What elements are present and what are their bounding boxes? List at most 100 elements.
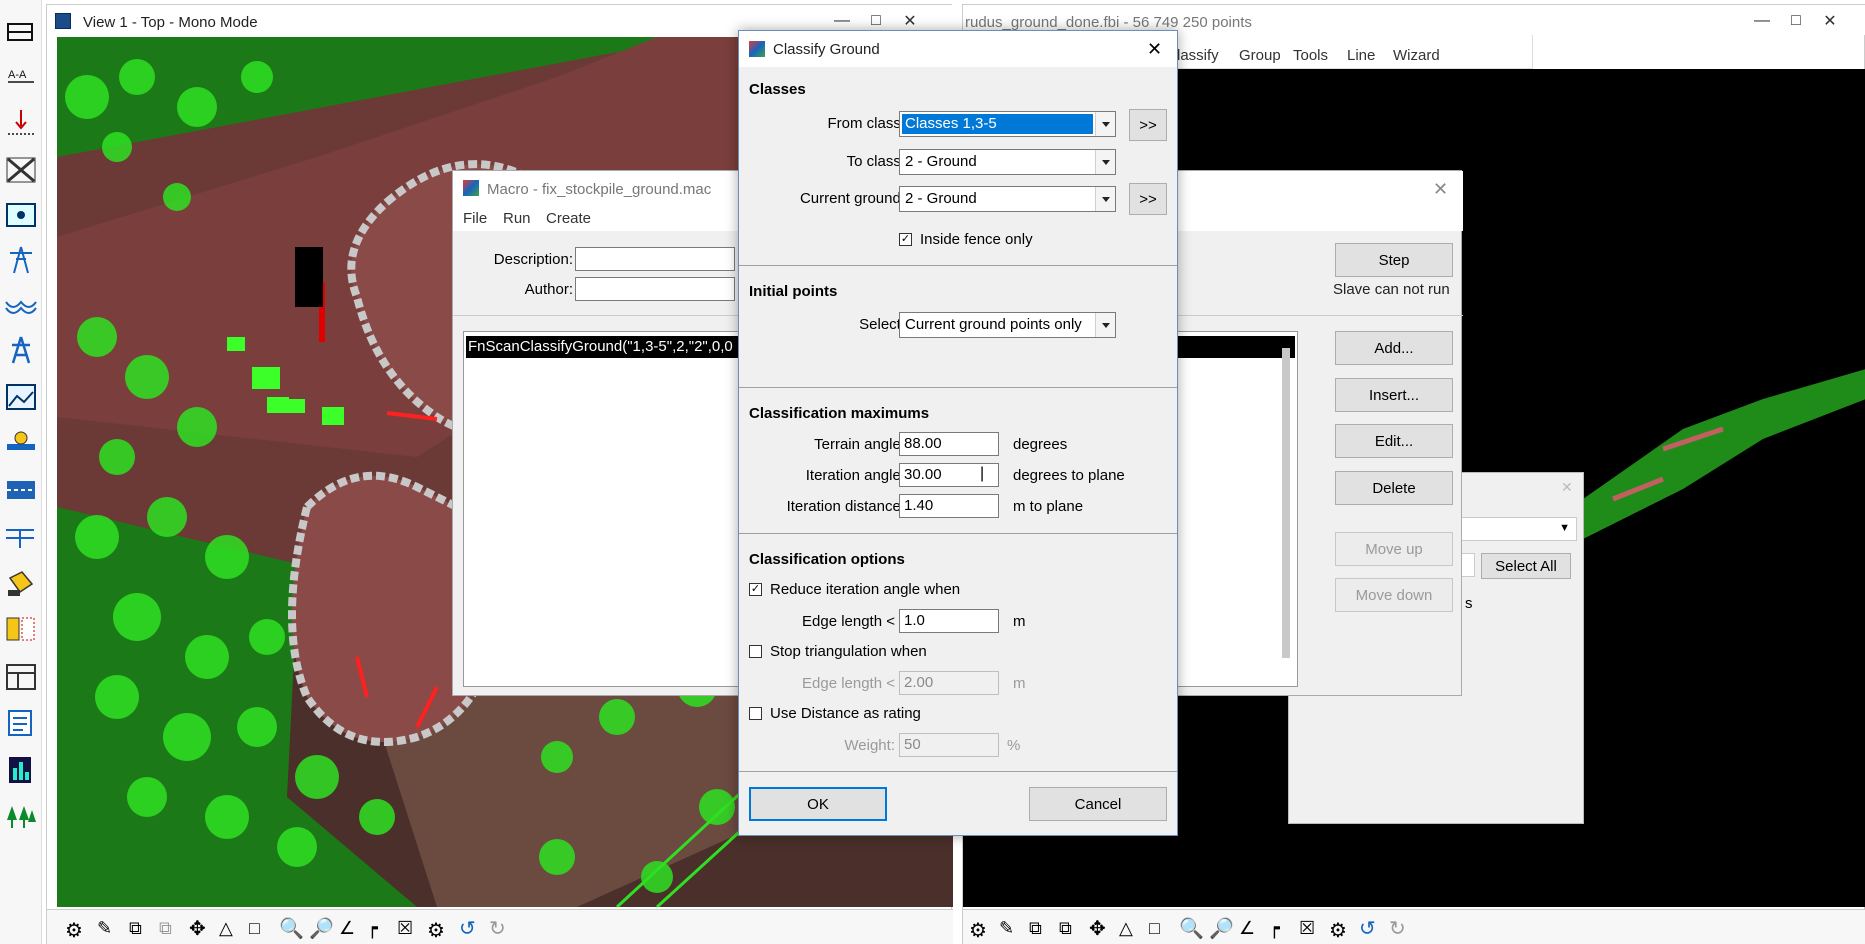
zoom-in-icon[interactable]: 🔍	[279, 916, 304, 941]
view2-minimize-button[interactable]: —	[1745, 9, 1779, 33]
duplicate-icon[interactable]: ⧉	[159, 918, 172, 939]
settings-gear-icon[interactable]: ⚙	[65, 918, 83, 943]
drop-point-icon[interactable]	[4, 108, 38, 138]
select-all-button[interactable]: Select All	[1481, 553, 1571, 579]
view2-fit-icon[interactable]: □	[1149, 918, 1160, 939]
view2-box-icon[interactable]: ☒	[1299, 918, 1315, 939]
redo-icon[interactable]: ↻	[489, 916, 506, 941]
inside-fence-label[interactable]: Inside fence only	[920, 231, 1033, 248]
move-down-button[interactable]: Move down	[1335, 578, 1453, 612]
pylon-icon[interactable]	[4, 335, 38, 365]
tower-icon[interactable]	[4, 245, 38, 275]
view2-pan-icon[interactable]: ✥	[1089, 916, 1106, 941]
bg-dialog-combo[interactable]: ▼	[1459, 517, 1577, 541]
dialog-titlebar[interactable]: Classify Ground ✕	[739, 31, 1177, 67]
inside-fence-checkbox[interactable]: ✓	[899, 233, 912, 246]
view2-section-icon[interactable]: ┍	[1269, 918, 1280, 939]
view2-close-button[interactable]: ✕	[1813, 9, 1847, 33]
zoom-out-icon[interactable]: 🔎	[309, 916, 334, 941]
edge-length-1-input[interactable]: 1.0	[899, 609, 999, 633]
fence-select-icon[interactable]	[4, 200, 38, 230]
undo-icon[interactable]: ↺	[459, 916, 476, 941]
trees-icon[interactable]	[4, 802, 38, 832]
use-distance-label[interactable]: Use Distance as rating	[770, 705, 921, 722]
statistics-icon[interactable]	[4, 754, 38, 784]
rotate-view-icon[interactable]: △	[219, 918, 233, 939]
cut-icon[interactable]	[4, 155, 38, 185]
current-ground-expand-button[interactable]: >>	[1129, 183, 1167, 215]
stop-triangulation-label[interactable]: Stop triangulation when	[770, 643, 927, 660]
view2-maximize-button[interactable]: □	[1779, 9, 1813, 33]
view2-settings-alt-icon[interactable]: ⚙	[1329, 918, 1347, 943]
brush-icon[interactable]: ✎	[97, 918, 112, 939]
view2-undo-icon[interactable]: ↺	[1359, 916, 1376, 941]
box-icon[interactable]: ☒	[397, 918, 413, 939]
measure-icon[interactable]: ∠	[339, 918, 355, 939]
fit-view-icon[interactable]: □	[249, 918, 260, 939]
section-profile-icon[interactable]	[4, 18, 38, 48]
initial-points-chevron-down-icon[interactable]	[1095, 313, 1115, 337]
from-class-chevron-down-icon[interactable]	[1095, 112, 1115, 136]
report-icon[interactable]	[4, 708, 38, 738]
menu-tools[interactable]: Tools	[1293, 47, 1328, 64]
section-icon[interactable]: ┍	[367, 918, 378, 939]
settings-alt-icon[interactable]: ⚙	[427, 918, 445, 943]
menu-group[interactable]: Group	[1239, 47, 1281, 64]
macro-menu-run[interactable]: Run	[503, 210, 531, 227]
iteration-distance-input[interactable]: 1.40	[899, 494, 999, 518]
step-button[interactable]: Step	[1335, 243, 1453, 277]
edit-step-button[interactable]: Edit...	[1335, 424, 1453, 458]
stop-triangulation-checkbox[interactable]	[749, 645, 762, 658]
menu-wizard[interactable]: Wizard	[1393, 47, 1440, 64]
reduce-angle-checkbox[interactable]: ✓	[749, 583, 762, 596]
cross-section-icon[interactable]: A-A	[4, 62, 38, 92]
current-ground-chevron-down-icon[interactable]	[1095, 187, 1115, 211]
wire-icon[interactable]	[4, 290, 38, 320]
compare-view-icon[interactable]	[4, 614, 38, 644]
view2-redo-icon[interactable]: ↻	[1389, 916, 1406, 941]
view2-settings-icon[interactable]: ⚙	[969, 918, 987, 943]
copy-window-icon[interactable]: ⧉	[129, 918, 142, 939]
insert-step-button[interactable]: Insert...	[1335, 378, 1453, 412]
macro-close-button[interactable]: ✕	[1433, 179, 1448, 200]
author-input[interactable]	[575, 277, 735, 301]
cancel-button[interactable]: Cancel	[1029, 787, 1167, 821]
view2-zoom-out-icon[interactable]: 🔎	[1209, 916, 1234, 941]
current-ground-select[interactable]: 2 - Ground	[899, 186, 1116, 212]
terrain-angle-input[interactable]: 88.00	[899, 432, 999, 456]
to-class-chevron-down-icon[interactable]	[1095, 150, 1115, 174]
use-distance-checkbox[interactable]	[749, 707, 762, 720]
edge-length-2-input[interactable]: 2.00	[899, 671, 999, 695]
macro-menu-create[interactable]: Create	[546, 210, 591, 227]
macro-menu-file[interactable]: File	[463, 210, 487, 227]
view2-duplicate-icon[interactable]: ⧉	[1059, 918, 1072, 939]
image-view-icon[interactable]	[4, 382, 38, 412]
from-class-select[interactable]: Classes 1,3-5	[899, 111, 1116, 137]
add-step-button[interactable]: Add...	[1335, 331, 1453, 365]
view2-copy-icon[interactable]: ⧉	[1029, 918, 1042, 939]
menu-classify[interactable]: lassify	[1177, 47, 1219, 64]
reduce-angle-label[interactable]: Reduce iteration angle when	[770, 581, 960, 598]
pan-icon[interactable]: ✥	[189, 916, 206, 941]
layout-icon[interactable]	[4, 662, 38, 692]
view2-zoom-in-icon[interactable]: 🔍	[1179, 916, 1204, 941]
delete-step-button[interactable]: Delete	[1335, 471, 1453, 505]
weight-input[interactable]: 50	[899, 733, 999, 757]
menu-line[interactable]: Line	[1347, 47, 1375, 64]
profile-tool-icon[interactable]	[4, 428, 38, 458]
paint-bucket-icon[interactable]	[4, 568, 38, 598]
from-class-expand-button[interactable]: >>	[1129, 109, 1167, 141]
description-input[interactable]	[575, 247, 735, 271]
macro-list-scrollbar[interactable]	[1282, 348, 1290, 658]
bg-dialog-small-combo-arrow[interactable]	[1461, 553, 1475, 577]
view2-measure-icon[interactable]: ∠	[1239, 918, 1255, 939]
to-class-select[interactable]: 2 - Ground	[899, 149, 1116, 175]
road-icon[interactable]	[4, 475, 38, 505]
view2-brush-icon[interactable]: ✎	[999, 918, 1014, 939]
view2-rotate-icon[interactable]: △	[1119, 918, 1133, 939]
ok-button[interactable]: OK	[749, 787, 887, 821]
initial-points-select[interactable]: Current ground points only	[899, 312, 1116, 338]
move-up-button[interactable]: Move up	[1335, 532, 1453, 566]
dialog-close-button[interactable]: ✕	[1147, 39, 1162, 60]
breakline-icon[interactable]	[4, 522, 38, 552]
